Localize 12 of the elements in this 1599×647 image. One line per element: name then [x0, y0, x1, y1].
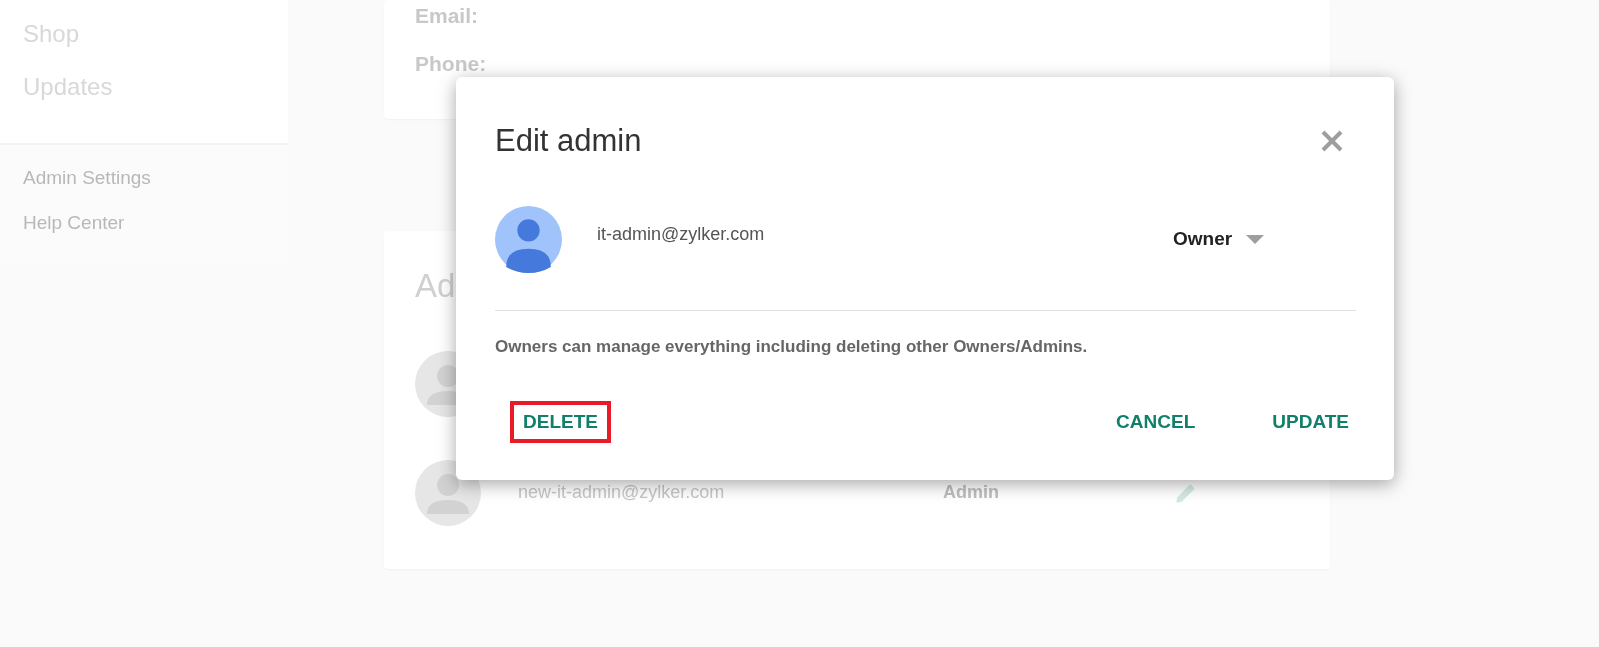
- admin-email: it-admin@zylker.com: [597, 223, 766, 245]
- admin-role: Admin: [943, 482, 1000, 503]
- dialog-title: Edit admin: [495, 122, 642, 159]
- dialog-button[interactable]: CANCEL: [1103, 401, 1209, 443]
- admin-email: new-it-admin@zylker.com: [518, 482, 726, 503]
- role-dropdown[interactable]: Owner: [1173, 228, 1265, 250]
- caret-icon: [1246, 234, 1265, 244]
- avatar-icon: [495, 205, 562, 273]
- delete-button[interactable]: DELETE: [510, 401, 611, 443]
- close-icon[interactable]: [1320, 128, 1344, 153]
- dialog-button[interactable]: UPDATE: [1259, 401, 1362, 443]
- role-description: Owners can manage everything including deleting other Owners/Admins.: [495, 337, 1089, 357]
